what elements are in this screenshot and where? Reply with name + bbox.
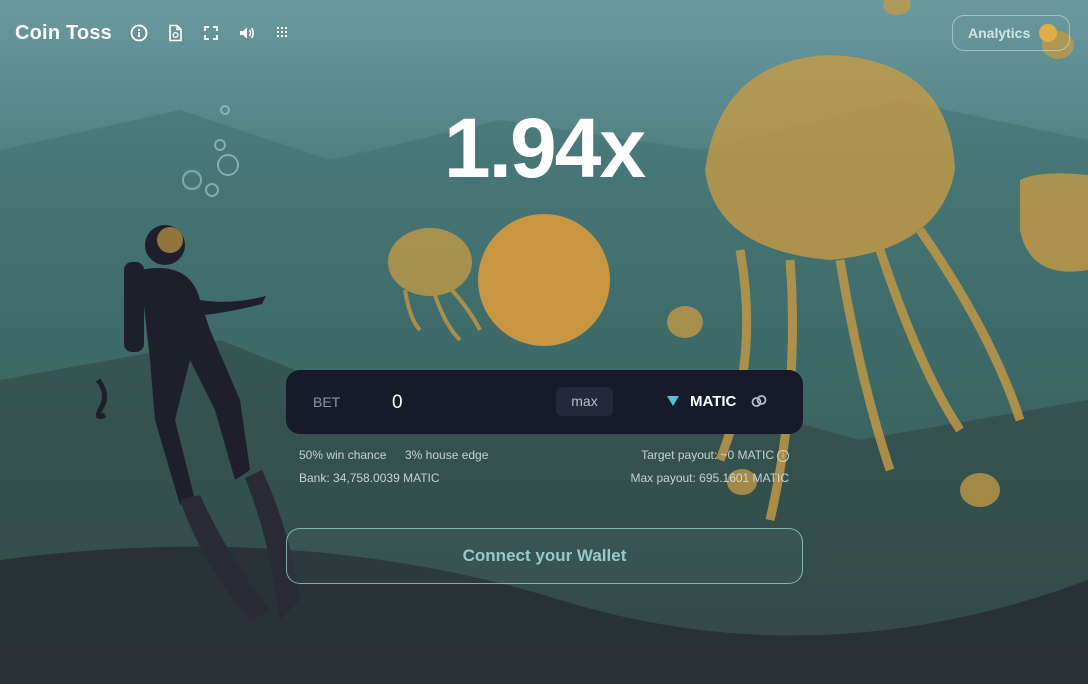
token-selector[interactable]: MATIC (690, 393, 736, 410)
top-bar: Coin Toss Analytics (0, 0, 1088, 66)
sound-icon[interactable] (238, 24, 256, 42)
analytics-icon (1039, 24, 1057, 42)
analytics-button[interactable]: Analytics (952, 15, 1070, 51)
bet-amount-input[interactable] (390, 390, 544, 416)
target-payout: Target payout: ~0 MATIC i (641, 448, 789, 462)
grid-icon[interactable] (274, 24, 292, 42)
token-dropdown-arrow-icon[interactable] (667, 396, 679, 406)
target-payout-text: Target payout: ~0 MATIC (641, 448, 774, 462)
win-chance-text: 50% win chance (299, 448, 387, 462)
chain-link-icon (750, 392, 768, 410)
max-payout-text: Max payout: 695.1601 MATIC (630, 471, 789, 485)
fullscreen-icon[interactable] (202, 24, 220, 42)
info-icon[interactable]: i (777, 449, 789, 462)
house-edge-text: 3% house edge (405, 448, 489, 462)
document-icon[interactable] (166, 24, 184, 42)
analytics-label: Analytics (968, 25, 1031, 41)
bet-label: BET (313, 394, 341, 410)
app-title: Coin Toss (15, 22, 112, 44)
connect-wallet-button[interactable]: Connect your Wallet (286, 528, 803, 584)
bet-panel: BET max MATIC (286, 370, 803, 434)
info-icon[interactable] (130, 24, 148, 42)
coin[interactable] (478, 214, 610, 346)
bank-text: Bank: 34,758.0039 MATIC (299, 471, 440, 485)
payout-multiplier: 1.94x (443, 101, 646, 195)
max-button[interactable]: max (556, 387, 613, 416)
